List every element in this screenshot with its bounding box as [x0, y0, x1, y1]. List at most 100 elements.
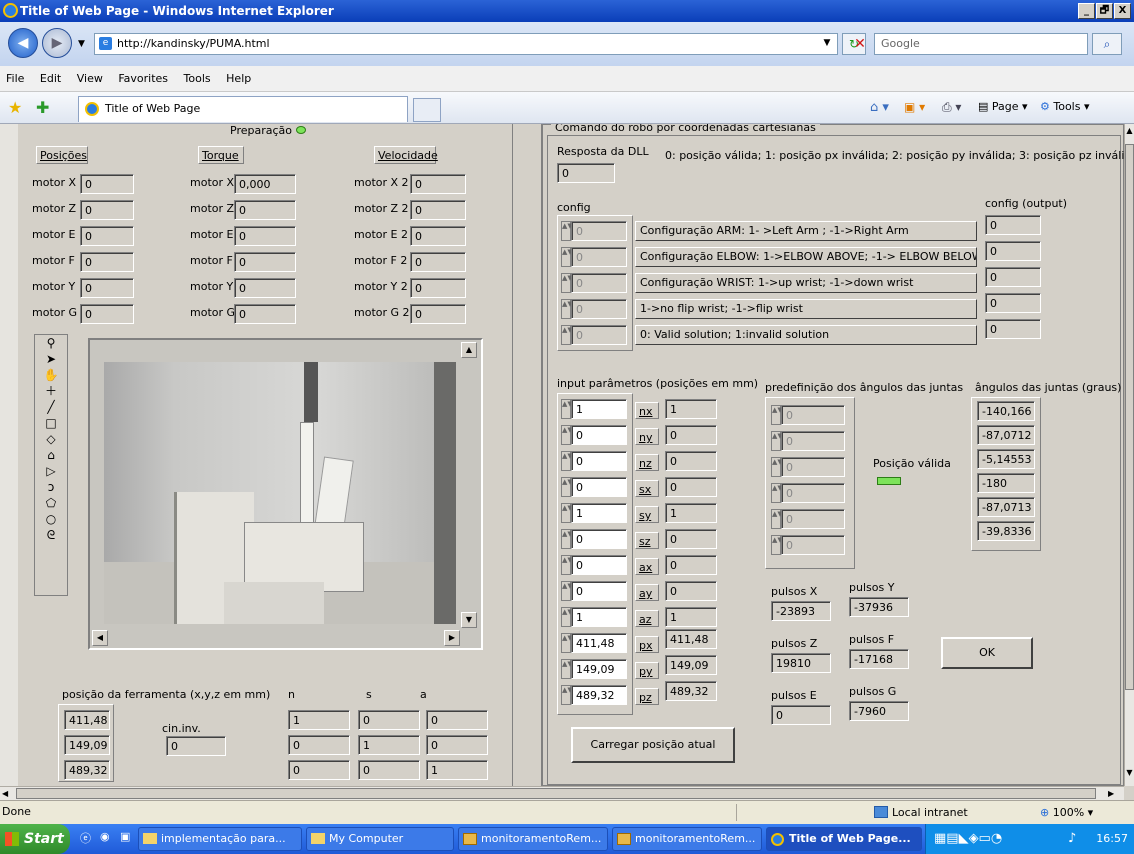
- predef-angle-value[interactable]: 0: [781, 483, 845, 503]
- add-favorite-icon[interactable]: ✚: [36, 98, 49, 117]
- predef-spinner-icon[interactable]: ▲▼: [771, 431, 783, 451]
- predef-spinner-icon[interactable]: ▲▼: [771, 457, 783, 477]
- input-spinner-icon[interactable]: ▲▼: [561, 685, 573, 705]
- feeds-icon[interactable]: ▣ ▾: [904, 100, 925, 114]
- load-position-button[interactable]: Carregar posição atual: [571, 727, 735, 763]
- start-button[interactable]: Start: [0, 824, 70, 854]
- zone-indicator[interactable]: Local intranet: [872, 803, 1016, 822]
- predef-spinner-icon[interactable]: ▲▼: [771, 483, 783, 503]
- forward-button[interactable]: ▶: [42, 28, 72, 58]
- page-menu[interactable]: ▤ Page ▾: [978, 100, 1028, 113]
- input-param-value[interactable]: 0: [571, 477, 627, 497]
- search-input[interactable]: Google: [874, 33, 1088, 55]
- input-spinner-icon[interactable]: ▲▼: [561, 425, 573, 445]
- input-spinner-icon[interactable]: ▲▼: [561, 633, 573, 653]
- tab-current[interactable]: Title of Web Page: [78, 96, 408, 122]
- new-tab-button[interactable]: [413, 98, 441, 122]
- config-input-value[interactable]: 0: [571, 221, 627, 241]
- ok-button[interactable]: OK: [941, 637, 1033, 669]
- task-item-title-of-web-page[interactable]: Title of Web Page...: [766, 827, 922, 851]
- predef-angle-value[interactable]: 0: [781, 457, 845, 477]
- pointer-tool-icon[interactable]: ➤: [35, 351, 67, 367]
- quicklaunch-icon-3[interactable]: ▣: [120, 830, 130, 843]
- back-button[interactable]: ◀: [8, 28, 38, 58]
- config-input-value[interactable]: 0: [571, 247, 627, 267]
- quicklaunch-ie-icon[interactable]: ⓔ: [80, 830, 91, 846]
- scroll-down-icon[interactable]: ▼: [1125, 768, 1134, 782]
- input-param-value[interactable]: 1: [571, 399, 627, 419]
- input-param-value[interactable]: 0: [571, 529, 627, 549]
- search-icon[interactable]: ⌕: [1092, 33, 1122, 55]
- input-spinner-icon[interactable]: ▲▼: [561, 451, 573, 471]
- home-icon[interactable]: ⌂ ▾: [870, 100, 889, 115]
- input-param-value[interactable]: 1: [571, 503, 627, 523]
- print-icon[interactable]: ⎙ ▾: [942, 100, 961, 115]
- minimize-button[interactable]: _: [1078, 3, 1095, 19]
- zoom-tool-icon[interactable]: ⚲: [35, 335, 67, 351]
- input-param-value[interactable]: 1: [571, 607, 627, 627]
- task-item-my-computer[interactable]: My Computer: [306, 827, 454, 851]
- input-spinner-icon[interactable]: ▲▼: [561, 399, 573, 419]
- input-param-value[interactable]: 489,32: [571, 685, 627, 705]
- input-param-value[interactable]: 149,09: [571, 659, 627, 679]
- address-field[interactable]: e http://kandinsky/PUMA.html: [94, 33, 838, 55]
- viewer-scroll-down-icon[interactable]: ▼: [461, 612, 477, 628]
- input-param-value[interactable]: 0: [571, 451, 627, 471]
- config-input-value[interactable]: 0: [571, 273, 627, 293]
- task-item-monitoramento-1[interactable]: monitoramentoRem...: [458, 827, 608, 851]
- favorites-star-icon[interactable]: ★: [8, 98, 22, 117]
- close-button[interactable]: X: [1114, 3, 1131, 19]
- broken-line-tool-icon[interactable]: ▷: [35, 463, 67, 479]
- predef-angle-value[interactable]: 0: [781, 405, 845, 425]
- input-spinner-icon[interactable]: ▲▼: [561, 529, 573, 549]
- menu-file[interactable]: File: [0, 66, 30, 85]
- freehand-line-tool-icon[interactable]: ↄ: [35, 479, 67, 495]
- input-spinner-icon[interactable]: ▲▼: [561, 659, 573, 679]
- task-item-implementacao[interactable]: implementação para...: [138, 827, 302, 851]
- tray-volume-icon[interactable]: ♪: [1068, 824, 1076, 854]
- scroll-thumb[interactable]: [1125, 144, 1134, 690]
- zoom-control[interactable]: ⊕ 100% ▾: [1040, 803, 1130, 822]
- oval-tool-icon[interactable]: ○: [35, 511, 67, 527]
- input-param-value[interactable]: 0: [571, 555, 627, 575]
- config-spinner-icon[interactable]: ▲▼: [561, 325, 573, 345]
- scroll-right-icon[interactable]: ▶: [1108, 787, 1120, 800]
- input-spinner-icon[interactable]: ▲▼: [561, 503, 573, 523]
- address-dropdown-icon[interactable]: ▼: [818, 33, 836, 55]
- stop-icon[interactable]: ✕: [850, 33, 870, 55]
- predef-spinner-icon[interactable]: ▲▼: [771, 535, 783, 555]
- predef-spinner-icon[interactable]: ▲▼: [771, 405, 783, 425]
- history-dropdown-icon[interactable]: ▼: [78, 39, 85, 49]
- config-input-value[interactable]: 0: [571, 299, 627, 319]
- viewer-scroll-right-icon[interactable]: ▶: [444, 630, 460, 646]
- rotated-rect-tool-icon[interactable]: ◇: [35, 431, 67, 447]
- input-param-value[interactable]: 0: [571, 425, 627, 445]
- scroll-left-icon[interactable]: ◀: [2, 787, 14, 800]
- pan-tool-icon[interactable]: ✋: [35, 367, 67, 383]
- input-spinner-icon[interactable]: ▲▼: [561, 607, 573, 627]
- polygon-tool-icon[interactable]: ⬠: [35, 495, 67, 511]
- config-spinner-icon[interactable]: ▲▼: [561, 273, 573, 293]
- predef-angle-value[interactable]: 0: [781, 509, 845, 529]
- viewer-scroll-up-icon[interactable]: ▲: [461, 342, 477, 358]
- quicklaunch-icon-2[interactable]: ◉: [100, 830, 110, 843]
- predef-spinner-icon[interactable]: ▲▼: [771, 509, 783, 529]
- menu-edit[interactable]: Edit: [34, 66, 67, 85]
- menu-tools[interactable]: Tools: [178, 66, 217, 85]
- input-param-value[interactable]: 0: [571, 581, 627, 601]
- predef-angle-value[interactable]: 0: [781, 535, 845, 555]
- rectangle-tool-icon[interactable]: □: [35, 415, 67, 431]
- scroll-up-icon[interactable]: ▲: [1125, 126, 1134, 140]
- tray-network-icon[interactable]: ▦▤◣◈▭◔: [934, 824, 1002, 854]
- input-param-value[interactable]: 411,48: [571, 633, 627, 653]
- config-spinner-icon[interactable]: ▲▼: [561, 221, 573, 241]
- config-spinner-icon[interactable]: ▲▼: [561, 247, 573, 267]
- config-input-value[interactable]: 0: [571, 325, 627, 345]
- tools-menu[interactable]: ⚙ Tools ▾: [1040, 100, 1090, 113]
- config-spinner-icon[interactable]: ▲▼: [561, 299, 573, 319]
- hscroll-thumb[interactable]: [16, 788, 1096, 799]
- page-horizontal-scrollbar[interactable]: ◀ ▶: [0, 786, 1124, 800]
- menu-favorites[interactable]: Favorites: [112, 66, 174, 85]
- page-vertical-scrollbar[interactable]: ▲ ▼: [1124, 124, 1134, 786]
- viewer-scroll-left-icon[interactable]: ◀: [92, 630, 108, 646]
